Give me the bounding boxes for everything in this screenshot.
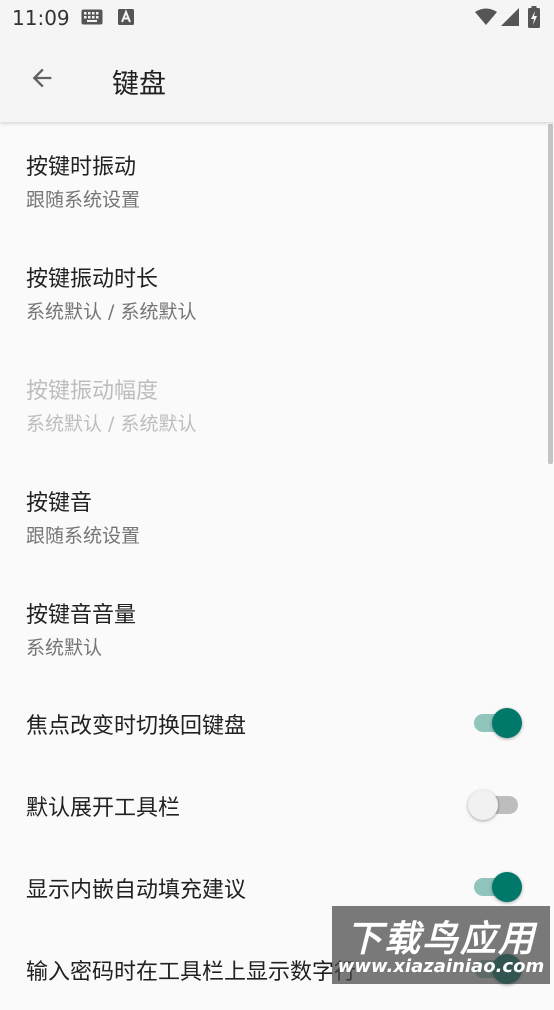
wifi-icon bbox=[475, 8, 497, 30]
pref-key-sound[interactable]: 按键音 跟随系统设置 bbox=[0, 458, 554, 570]
app-bar: 键盘 bbox=[0, 38, 554, 122]
watermark-url: www.xiazainiao.com bbox=[337, 956, 545, 977]
keyboard-icon bbox=[81, 9, 103, 29]
page-title: 键盘 bbox=[112, 69, 166, 100]
toggle-switch[interactable] bbox=[468, 871, 524, 903]
signal-icon bbox=[501, 8, 519, 30]
pref-title: 按键振动时长 bbox=[26, 267, 159, 292]
arrow-left-icon bbox=[28, 64, 56, 96]
watermark-logo-text: 下载鸟应用 bbox=[345, 918, 536, 960]
switch-thumb bbox=[492, 872, 522, 902]
back-button[interactable] bbox=[18, 56, 66, 104]
pref-key-vibration[interactable]: 按键时振动 跟随系统设置 bbox=[0, 122, 554, 234]
pref-expand-toolbar[interactable]: 默认展开工具栏 bbox=[0, 764, 554, 846]
pref-summary: 系统默认 bbox=[26, 637, 103, 659]
switch-title: 显示内嵌自动填充建议 bbox=[26, 878, 247, 903]
pref-title: 按键音 bbox=[26, 491, 93, 516]
switch-title: 默认展开工具栏 bbox=[26, 796, 181, 821]
scrollbar[interactable] bbox=[548, 124, 553, 464]
pref-summary: 系统默认 / 系统默认 bbox=[26, 413, 197, 435]
pref-title: 按键音音量 bbox=[26, 603, 137, 628]
switch-title: 焦点改变时切换回键盘 bbox=[26, 714, 247, 739]
watermark: 下载鸟应用 www.xiazainiao.com bbox=[332, 906, 550, 984]
pref-summary: 跟随系统设置 bbox=[26, 525, 141, 547]
toggle-switch[interactable] bbox=[468, 789, 524, 821]
pref-title: 按键振动幅度 bbox=[26, 379, 159, 404]
switch-title: 输入密码时在工具栏上显示数字行 bbox=[26, 960, 357, 985]
switch-thumb bbox=[468, 790, 498, 820]
pref-key-sound-volume[interactable]: 按键音音量 系统默认 bbox=[0, 570, 554, 682]
pref-vibration-duration[interactable]: 按键振动时长 系统默认 / 系统默认 bbox=[0, 234, 554, 346]
pref-switch-back-on-focus-change[interactable]: 焦点改变时切换回键盘 bbox=[0, 682, 554, 764]
a-letter-icon bbox=[118, 9, 134, 29]
status-bar: 11:09 bbox=[0, 0, 554, 38]
battery-charging-icon bbox=[528, 6, 540, 32]
settings-list: 按键时振动 跟随系统设置 按键振动时长 系统默认 / 系统默认 按键振动幅度 系… bbox=[0, 122, 554, 1010]
pref-summary: 系统默认 / 系统默认 bbox=[26, 301, 197, 323]
pref-title: 按键时振动 bbox=[26, 155, 137, 180]
pref-vibration-amplitude: 按键振动幅度 系统默认 / 系统默认 bbox=[0, 346, 554, 458]
toggle-switch[interactable] bbox=[468, 707, 524, 739]
status-time: 11:09 bbox=[12, 6, 70, 30]
switch-thumb bbox=[492, 708, 522, 738]
pref-summary: 跟随系统设置 bbox=[26, 189, 141, 211]
